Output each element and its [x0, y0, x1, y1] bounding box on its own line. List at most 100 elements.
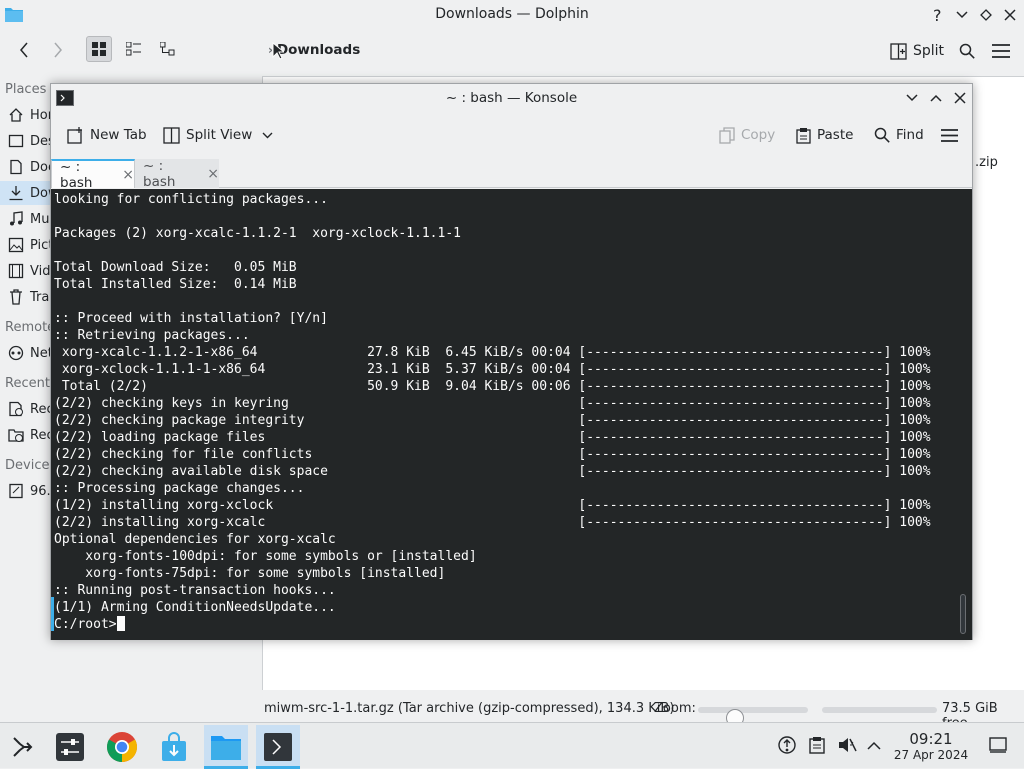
devices-header: Devices [5, 458, 57, 473]
application-launcher[interactable] [0, 725, 44, 769]
remote-header: Remote [5, 320, 56, 335]
tab-close-icon[interactable]: × [207, 166, 219, 182]
terminal-output: looking for conflicting packages... Pack… [54, 192, 931, 632]
dolphin-titlebar[interactable]: Downloads — Dolphin ? [0, 0, 1024, 30]
split-view-label: Split View [186, 127, 253, 143]
taskbar-system-settings[interactable] [48, 725, 92, 769]
svg-text:?: ? [933, 7, 942, 23]
place-item-home[interactable]: Home [0, 103, 68, 127]
tab-label: ~ : bash [60, 158, 93, 191]
paste-button[interactable]: Paste [796, 124, 853, 146]
volume-muted-icon[interactable] [837, 735, 857, 755]
konsole-menu-icon[interactable] [941, 124, 958, 146]
file-item-label[interactable]: .zip [975, 155, 998, 170]
breadcrumb-downloads[interactable]: Downloads [277, 42, 360, 58]
place-item-drive[interactable]: 96. [0, 479, 52, 503]
split-view-button[interactable]: Split View [163, 124, 273, 146]
place-item-music[interactable]: Music [0, 207, 67, 231]
taskbar-discover[interactable] [152, 725, 196, 769]
clock-time: 09:21 [909, 730, 953, 748]
tab-bash-2[interactable]: ~ : bash × [135, 157, 219, 190]
home-icon [8, 107, 24, 123]
taskbar-dolphin[interactable] [204, 725, 248, 769]
desktop-icon [8, 133, 24, 149]
details-view-icon[interactable] [154, 36, 180, 62]
forward-icon[interactable] [46, 38, 70, 62]
taskbar-konsole[interactable] [256, 725, 300, 769]
find-button[interactable]: Find [874, 124, 924, 146]
maximize-icon[interactable] [976, 5, 996, 25]
konsole-maximize-icon[interactable] [927, 89, 945, 107]
place-item-downloads[interactable]: Downloads [0, 181, 101, 205]
folder-icon [210, 733, 242, 761]
recent-header: Recent [5, 376, 50, 391]
documents-icon [8, 159, 24, 175]
zoom-label: Zoom: [654, 701, 696, 716]
launcher-icon [10, 735, 34, 759]
konsole-window-title: ~ : bash — Konsole [445, 90, 578, 106]
place-item-trash[interactable]: Trash [0, 285, 64, 309]
copy-button[interactable]: Copy [719, 124, 775, 146]
terminal-area[interactable]: looking for conflicting packages... Pack… [51, 189, 972, 640]
split-button[interactable]: Split [890, 40, 944, 62]
place-item-desktop[interactable]: Desktop [0, 129, 84, 153]
place-item-videos[interactable]: Videos [0, 259, 73, 283]
clock-date: 27 Apr 2024 [893, 748, 969, 762]
store-icon [160, 732, 188, 762]
tab-close-icon[interactable]: × [122, 167, 134, 183]
music-icon [8, 211, 24, 227]
pictures-icon [8, 237, 24, 253]
place-item-documents[interactable]: Documents [0, 155, 104, 179]
konsole-titlebar[interactable]: ~ : bash — Konsole [51, 84, 972, 112]
clipboard-icon[interactable] [807, 735, 827, 755]
active-line-marker [51, 597, 54, 631]
new-tab-button[interactable]: New Tab [67, 124, 147, 146]
copy-label: Copy [741, 127, 776, 143]
selected-file-info: miwm-src-1-1.tar.gz (Tar archive (gzip-c… [264, 701, 675, 716]
place-item-pictures[interactable]: Pictures [0, 233, 81, 257]
videos-icon [8, 263, 24, 279]
place-item-network[interactable]: Network [0, 341, 84, 365]
chevron-down-icon [262, 132, 273, 139]
trash-icon [8, 289, 24, 305]
back-icon[interactable] [12, 38, 36, 62]
mouse-pointer-icon [272, 42, 284, 60]
place-item-recent-locations[interactable]: Recent Locations [0, 423, 141, 447]
chevron-up-icon[interactable] [864, 735, 884, 755]
paste-icon [796, 127, 811, 144]
dolphin-toolbar [0, 32, 1024, 72]
konsole-toolbar: New Tab Split View Copy Paste Find [51, 114, 972, 154]
recent-files-icon [8, 401, 24, 417]
konsole-minimize-icon[interactable] [903, 89, 921, 107]
terminal-scrollbar[interactable] [960, 594, 966, 634]
clock[interactable]: 09:21 27 Apr 2024 [888, 731, 974, 763]
new-tab-icon [67, 126, 84, 144]
place-item-recent-files[interactable]: Recent Files [0, 397, 108, 421]
show-desktop-icon[interactable] [988, 735, 1008, 755]
split-icon [890, 42, 907, 60]
tab-label: ~ : bash [143, 157, 176, 190]
compact-view-icon[interactable] [120, 36, 146, 62]
help-icon[interactable]: ? [928, 5, 948, 25]
paste-label: Paste [817, 127, 854, 143]
split-view-icon [163, 126, 180, 144]
tab-bash-1[interactable]: ~ : bash × [51, 158, 135, 191]
zoom-slider[interactable] [698, 707, 808, 727]
konsole-close-icon[interactable] [951, 89, 969, 107]
close-icon[interactable] [1000, 5, 1020, 25]
icons-view-icon[interactable] [86, 36, 112, 62]
dolphin-window-title: Downloads — Dolphin [435, 6, 589, 22]
find-label: Find [896, 127, 924, 143]
taskbar-chrome[interactable] [100, 725, 144, 769]
terminal-cursor [116, 616, 125, 631]
free-space-bar [822, 707, 937, 713]
recent-locations-icon [8, 427, 24, 443]
chrome-icon [106, 731, 138, 763]
hamburger-menu-icon[interactable] [990, 40, 1012, 62]
copy-icon [719, 126, 735, 144]
search-icon[interactable] [956, 40, 978, 62]
places-header: Places [5, 82, 47, 97]
minimize-icon[interactable] [952, 5, 972, 25]
network-icon [8, 345, 24, 361]
network-status-icon[interactable] [777, 735, 797, 755]
